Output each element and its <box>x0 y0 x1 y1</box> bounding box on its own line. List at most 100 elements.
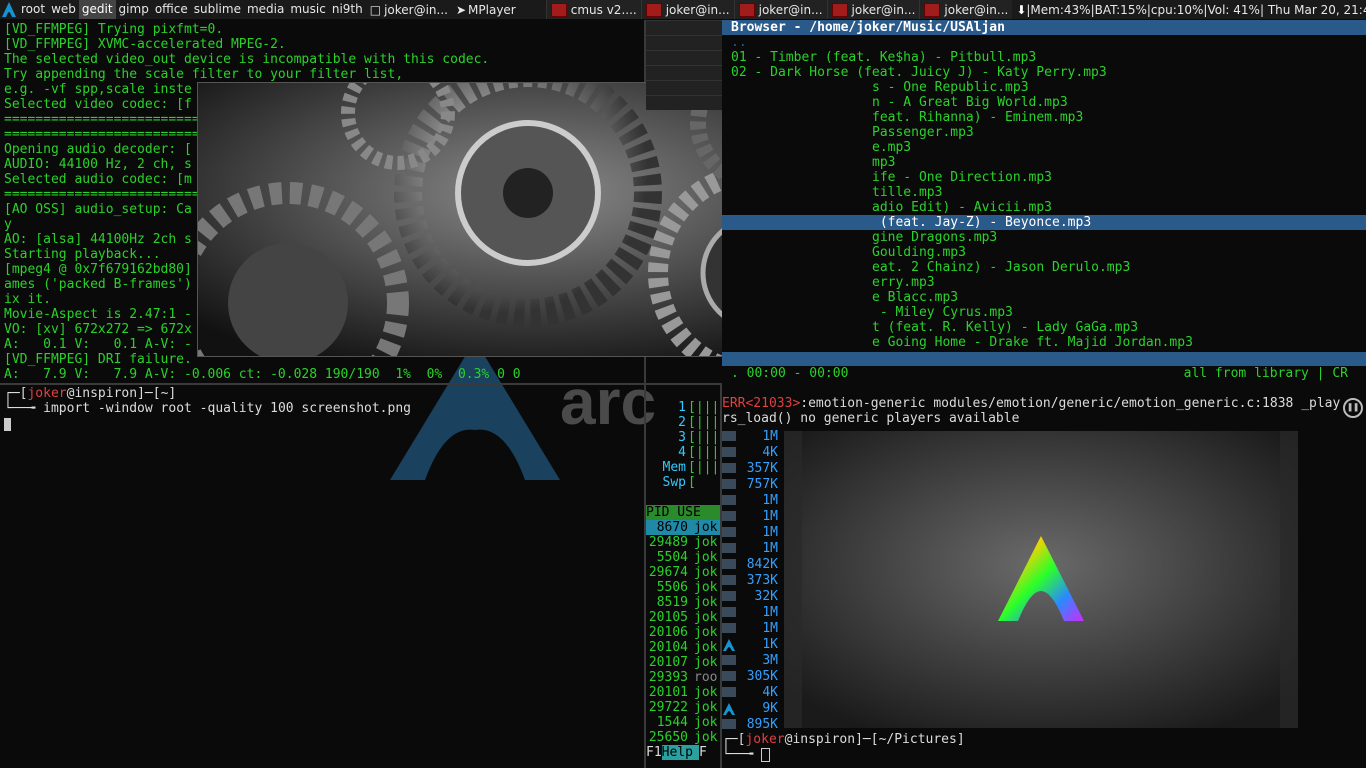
file-row[interactable]: 1K <box>722 636 782 652</box>
error-line-2: rs_load() no generic players available <box>722 411 1020 426</box>
cmus-track[interactable]: e Going Home - Drake ft. Majid Jordan.mp… <box>722 335 1366 350</box>
htop-meter-bar: [||| <box>688 445 720 460</box>
tag-ni9th[interactable]: ni9th <box>329 0 366 19</box>
file-row[interactable]: 357K <box>722 460 782 476</box>
htop-process-row[interactable]: 20104 jok <box>646 640 720 655</box>
task-mplayer[interactable]: ➤ MPlayer <box>452 0 520 19</box>
tag-gimp[interactable]: gimp <box>116 0 152 19</box>
tag-web[interactable]: web <box>48 0 79 19</box>
file-row[interactable]: 373K <box>722 572 782 588</box>
cmus-track[interactable]: tille.mp3 <box>722 185 1366 200</box>
htop-process-row[interactable]: 29674 jok <box>646 565 720 580</box>
htop-process-row[interactable]: 29393 roo <box>646 670 720 685</box>
htop-pid: 20101 <box>648 685 688 700</box>
top-panel: root web gedit gimp office sublime media… <box>0 0 1366 19</box>
cmus-track[interactable]: feat. Rihanna) - Eminem.mp3 <box>722 110 1366 125</box>
htop-process-row[interactable]: 1544 jok <box>646 715 720 730</box>
log-line: A: 7.9 V: 7.9 A-V: -0.006 ct: -0.028 190… <box>4 367 521 382</box>
task-terminal-5[interactable]: joker@in... <box>919 0 1013 19</box>
task-terminal-4[interactable]: joker@in... <box>826 0 920 19</box>
htop-process-row[interactable]: 20107 jok <box>646 655 720 670</box>
cmus-track[interactable]: s - One Republic.mp3 <box>722 80 1366 95</box>
file-row[interactable]: 1M <box>722 492 782 508</box>
file-row[interactable]: 1M <box>722 524 782 540</box>
htop-window[interactable]: 1 [||| 2 [||| 3 [||| 4 [||| Mem [||| Swp[ PID USE … <box>646 400 720 766</box>
tag-root[interactable]: root <box>18 0 48 19</box>
htop-process-list[interactable]: 8670 jok 29489 jok 5504 jok 29674 jok 5506 jok 851… <box>646 520 720 745</box>
download-icon[interactable]: ⬇ <box>1016 3 1026 17</box>
file-thumbnail-icon <box>722 463 736 473</box>
pane-divider-horizontal <box>0 383 722 385</box>
file-row[interactable]: 305K <box>722 668 782 684</box>
cmus-track[interactable]: 02 - Dark Horse (feat. Juicy J) - Katy P… <box>722 65 1366 80</box>
cmus-track[interactable]: t (feat. R. Kelly) - Lady GaGa.mp3 <box>722 320 1366 335</box>
htop-user: jok <box>694 595 718 610</box>
cmus-track[interactable]: (feat. Jay-Z) - Beyonce.mp3 <box>722 215 1366 230</box>
htop-process-row[interactable]: 20105 jok <box>646 610 720 625</box>
prompt-host: inspiron <box>74 386 138 401</box>
file-size: 1M <box>762 508 778 524</box>
htop-meter-label: 1 <box>678 400 686 415</box>
arch-menu-icon[interactable] <box>0 0 18 19</box>
file-row[interactable]: 3M <box>722 652 782 668</box>
file-row[interactable]: 4K <box>722 684 782 700</box>
htop-process-row[interactable]: 20101 jok <box>646 685 720 700</box>
cmus-track-list[interactable]: 01 - Timber (feat. Ke$ha) - Pitbull.mp3 0… <box>722 50 1366 350</box>
tag-sublime[interactable]: sublime <box>191 0 244 19</box>
tag-gedit[interactable]: gedit <box>78 0 116 19</box>
shell-terminal-2[interactable]: ┌─[joker@inspiron]─[~/Pictures] └──╼ <box>722 732 1366 766</box>
file-thumbnail-icon <box>722 703 736 715</box>
file-row[interactable]: 842K <box>722 556 782 572</box>
htop-process-row[interactable]: 29489 jok <box>646 535 720 550</box>
cmus-track[interactable]: n - A Great Big World.mp3 <box>722 95 1366 110</box>
htop-help-button[interactable]: Help <box>661 745 699 760</box>
cmus-track[interactable]: erry.mp3 <box>722 275 1366 290</box>
task-terminal-1[interactable]: □ joker@in... <box>366 0 452 19</box>
file-row[interactable]: 1M <box>722 604 782 620</box>
cmus-track[interactable]: eat. 2 Chainz) - Jason Derulo.mp3 <box>722 260 1366 275</box>
tag-office[interactable]: office <box>152 0 191 19</box>
task-terminal-3[interactable]: joker@in... <box>733 0 827 19</box>
htop-user: jok <box>694 640 718 655</box>
htop-process-row[interactable]: 8519 jok <box>646 595 720 610</box>
image-viewer-window[interactable] <box>784 431 1298 728</box>
htop-meters: 1 [||| 2 [||| 3 [||| 4 [||| Mem [||| Swp[ <box>646 400 720 490</box>
cmus-track[interactable]: e.mp3 <box>722 140 1366 155</box>
cmus-track[interactable]: e Blacc.mp3 <box>722 290 1366 305</box>
cmus-track[interactable]: Passenger.mp3 <box>722 125 1366 140</box>
cmus-track[interactable]: Goulding.mp3 <box>722 245 1366 260</box>
htop-process-row[interactable]: 5506 jok <box>646 580 720 595</box>
htop-process-row[interactable]: 5504 jok <box>646 550 720 565</box>
cmus-track[interactable]: - Miley Cyrus.mp3 <box>722 305 1366 320</box>
file-row[interactable]: 1M <box>722 428 782 444</box>
htop-process-row[interactable]: 25650 jok <box>646 730 720 745</box>
file-size: 373K <box>746 572 778 588</box>
file-row[interactable]: 4K <box>722 444 782 460</box>
file-list[interactable]: 1M 4K 357K 757K 1M 1M 1M 1M 842K 373K 32K 1M 1M 1K 3M 3… <box>722 428 782 738</box>
file-row[interactable]: 1M <box>722 620 782 636</box>
tag-media[interactable]: media <box>244 0 287 19</box>
cmus-track[interactable]: gine Dragons.mp3 <box>722 230 1366 245</box>
htop-process-row[interactable]: 8670 jok <box>646 520 720 535</box>
task-cmus[interactable]: cmus v2.... <box>545 0 641 19</box>
pause-icon[interactable]: ❚❚ <box>1343 398 1363 418</box>
htop-user: jok <box>694 580 718 595</box>
cmus-track[interactable]: adio Edit) - Avicii.mp3 <box>722 200 1366 215</box>
htop-process-row[interactable]: 20106 jok <box>646 625 720 640</box>
task-terminal-2[interactable]: joker@in... <box>640 0 734 19</box>
cmus-track[interactable]: mp3 <box>722 155 1366 170</box>
file-row[interactable]: 9K <box>722 700 782 716</box>
file-row[interactable]: 757K <box>722 476 782 492</box>
prompt-host-2: inspiron <box>792 732 856 747</box>
shell-terminal-1[interactable]: ┌─[joker@inspiron]─[~] └──╼ import -wind… <box>4 386 644 766</box>
cmus-window[interactable]: Browser - /home/joker/Music/USAljan .. 0… <box>722 20 1366 384</box>
file-row[interactable]: 895K <box>722 716 782 732</box>
tag-music[interactable]: music <box>287 0 328 19</box>
file-row[interactable]: 1M <box>722 540 782 556</box>
cmus-track[interactable]: 01 - Timber (feat. Ke$ha) - Pitbull.mp3 <box>722 50 1366 65</box>
file-row[interactable]: 1M <box>722 508 782 524</box>
file-size: 9K <box>762 700 778 716</box>
file-row[interactable]: 32K <box>722 588 782 604</box>
htop-process-row[interactable]: 29722 jok <box>646 700 720 715</box>
cmus-track[interactable]: ife - One Direction.mp3 <box>722 170 1366 185</box>
